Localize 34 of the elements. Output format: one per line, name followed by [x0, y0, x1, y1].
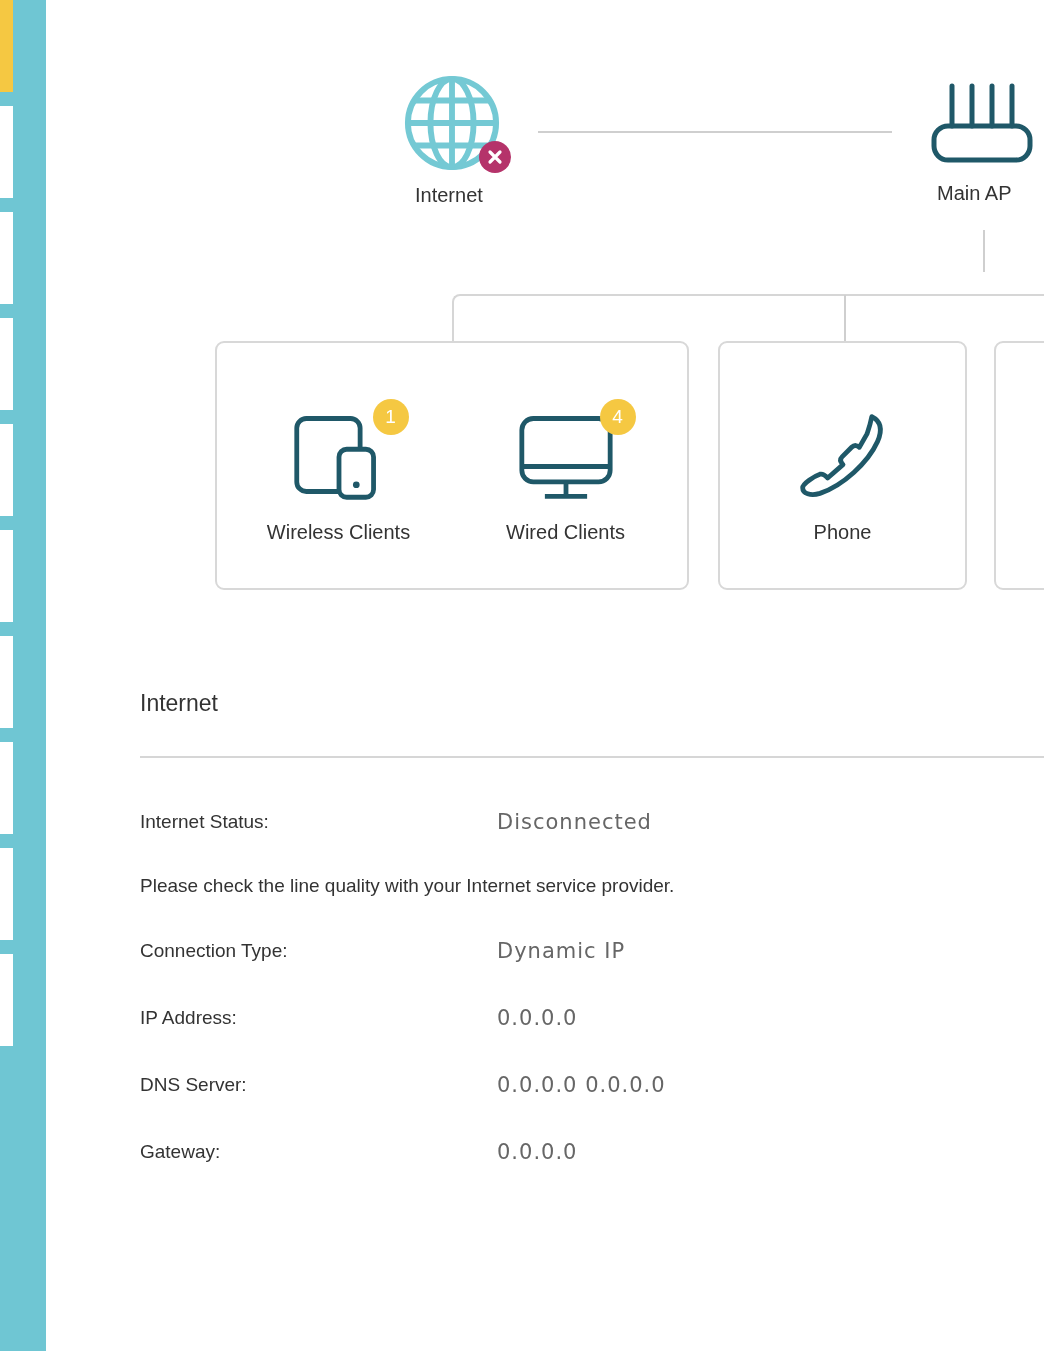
sidebar-item[interactable]	[0, 742, 13, 834]
sidebar-item[interactable]	[0, 530, 13, 622]
field-value: 0.0.0.0 0.0.0.0	[497, 1072, 666, 1097]
field-label: Gateway:	[140, 1140, 222, 1163]
sidebar-item[interactable]	[0, 848, 13, 940]
client-label: Wireless Clients	[266, 521, 411, 544]
node-label: Main AP	[937, 182, 1012, 205]
sidebar-item[interactable]	[0, 636, 13, 728]
globe-icon[interactable]	[403, 74, 501, 172]
field-label: Internet Status:	[140, 810, 270, 833]
field-value: Disconnected	[497, 809, 652, 834]
field-label: Connection Type:	[140, 939, 289, 962]
sidebar-item[interactable]	[0, 106, 13, 198]
sidebar-item[interactable]	[0, 318, 13, 410]
sidebar-item[interactable]	[0, 212, 13, 304]
count-badge: 4	[599, 399, 636, 435]
connector-line	[983, 230, 985, 272]
router-icon[interactable]	[931, 82, 1033, 166]
client-label: Phone	[813, 521, 872, 544]
device-card[interactable]: 1 Wireless Clients 4 Wired Clients	[215, 341, 689, 590]
field-value: 0.0.0.0	[497, 1005, 578, 1030]
sidebar-item[interactable]	[0, 0, 13, 92]
client-label: Wired Clients	[506, 521, 625, 544]
section-title: Internet	[140, 690, 219, 718]
field-value: 0.0.0.0	[497, 1139, 578, 1164]
status-message: Please check the line quality with your Internet service provider.	[140, 875, 675, 897]
sidebar-item[interactable]	[0, 424, 13, 516]
field-label: IP Address:	[140, 1006, 238, 1029]
field-label: DNS Server:	[140, 1073, 248, 1096]
sidebar-item[interactable]	[0, 954, 13, 1046]
device-card[interactable]: Phone	[718, 341, 967, 590]
node-label: Internet	[415, 184, 483, 207]
field-value: Dynamic IP	[497, 938, 626, 963]
count-badge: 1	[372, 399, 409, 435]
